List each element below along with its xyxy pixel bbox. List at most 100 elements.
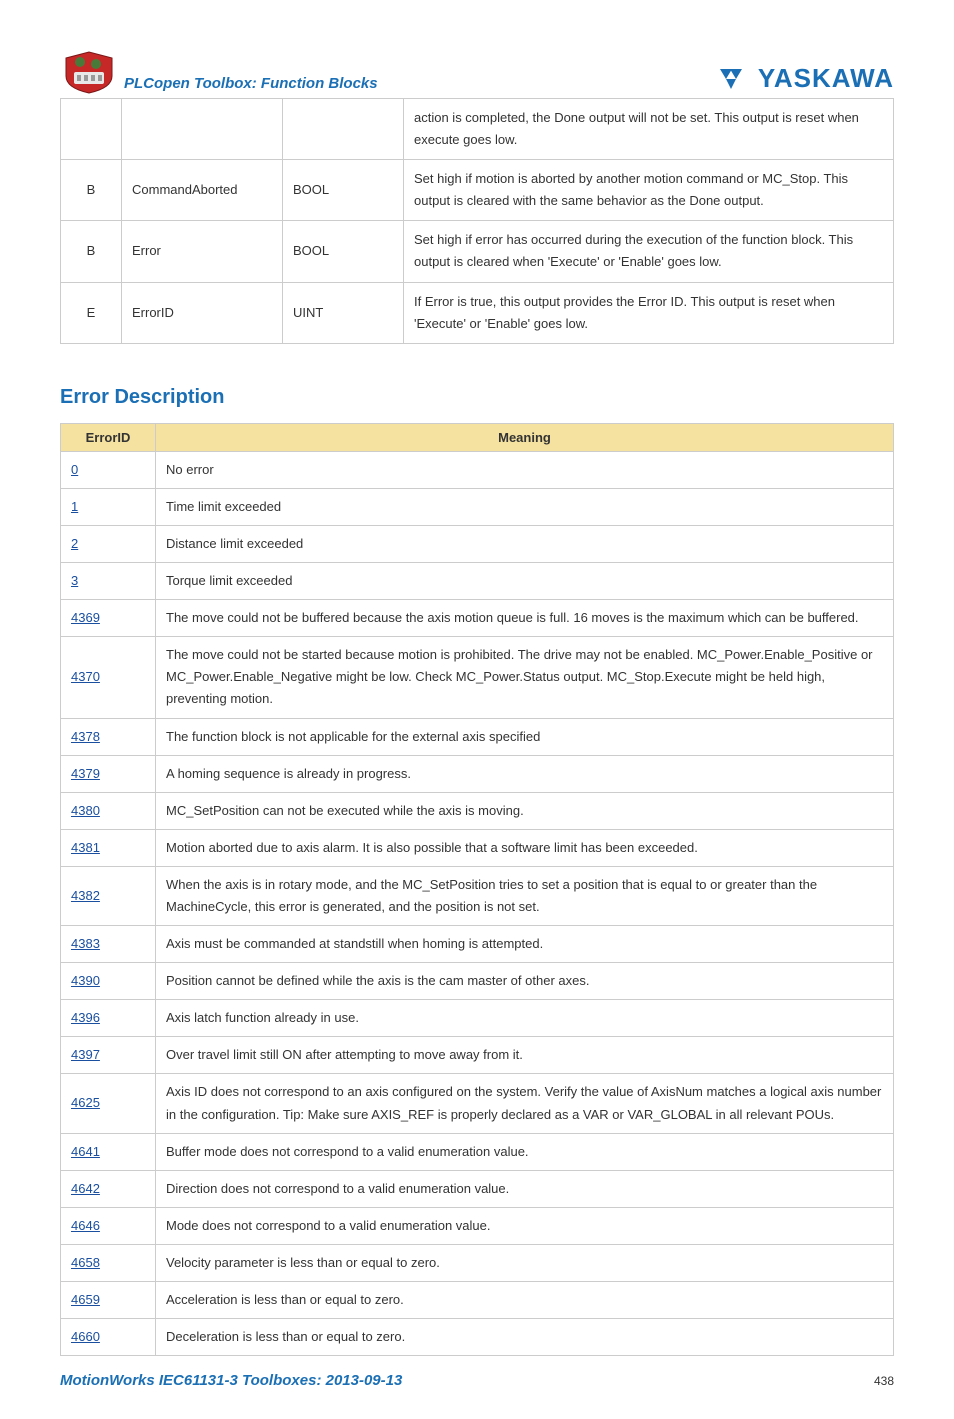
brand-text: YASKAWA bbox=[758, 63, 894, 94]
error-id-link[interactable]: 4381 bbox=[71, 840, 100, 855]
error-meaning: Direction does not correspond to a valid… bbox=[156, 1170, 894, 1207]
error-id-cell: 4380 bbox=[61, 792, 156, 829]
error-id-link[interactable]: 4378 bbox=[71, 729, 100, 744]
error-id-cell: 4381 bbox=[61, 829, 156, 866]
table-row: 4660 Deceleration is less than or equal t… bbox=[61, 1319, 894, 1356]
error-meaning: Deceleration is less than or equal to ze… bbox=[156, 1319, 894, 1356]
error-meaning: A homing sequence is already in progress… bbox=[156, 755, 894, 792]
table-row: 0 No error bbox=[61, 451, 894, 488]
error-id-link[interactable]: 4641 bbox=[71, 1144, 100, 1159]
table-row: 4625Axis ID does not correspond to an ax… bbox=[61, 1074, 894, 1133]
error-id-cell: 4383 bbox=[61, 926, 156, 963]
error-meaning: Velocity parameter is less than or equal… bbox=[156, 1244, 894, 1281]
error-id-link[interactable]: 4658 bbox=[71, 1255, 100, 1270]
brand-logo: YASKAWA bbox=[718, 63, 894, 94]
error-id-cell: 4397 bbox=[61, 1037, 156, 1074]
error-id-link[interactable]: 4379 bbox=[71, 766, 100, 781]
parameters-table: action is completed, the Done output wil… bbox=[60, 98, 894, 344]
error-id-link[interactable]: 2 bbox=[71, 536, 78, 551]
error-meaning: The function block is not applicable for… bbox=[156, 718, 894, 755]
error-id-cell: 4378 bbox=[61, 718, 156, 755]
table-row: 1Time limit exceeded bbox=[61, 488, 894, 525]
error-id-cell: 4370 bbox=[61, 637, 156, 718]
param-type: UINT bbox=[283, 282, 404, 343]
page-footer: MotionWorks IEC61131-3 Toolboxes: 2013-0… bbox=[60, 1372, 894, 1389]
error-meaning: Acceleration is less than or equal to ze… bbox=[156, 1282, 894, 1319]
param-type bbox=[283, 99, 404, 160]
error-id-cell: 1 bbox=[61, 488, 156, 525]
param-col1: E bbox=[61, 282, 122, 343]
table-row: 4641 Buffer mode does not correspond to a… bbox=[61, 1133, 894, 1170]
section-heading: Error Description bbox=[60, 386, 894, 409]
error-meaning: Motion aborted due to axis alarm. It is … bbox=[156, 829, 894, 866]
error-id-link[interactable]: 4660 bbox=[71, 1329, 100, 1344]
param-col1: B bbox=[61, 160, 122, 221]
table-row: 4646Mode does not correspond to a valid … bbox=[61, 1207, 894, 1244]
param-name: Error bbox=[122, 221, 283, 282]
page-header: PLCopen Toolbox: Function Blocks YASKAWA bbox=[60, 50, 894, 94]
param-name: CommandAborted bbox=[122, 160, 283, 221]
param-desc: If Error is true, this output provides t… bbox=[404, 282, 894, 343]
error-id-link[interactable]: 4383 bbox=[71, 936, 100, 951]
table-row: 4390Position cannot be defined while the… bbox=[61, 963, 894, 1000]
error-meaning: Torque limit exceeded bbox=[156, 563, 894, 600]
param-desc: Set high if error has occurred during th… bbox=[404, 221, 894, 282]
error-id-cell: 4625 bbox=[61, 1074, 156, 1133]
error-id-cell: 4660 bbox=[61, 1319, 156, 1356]
error-id-link[interactable]: 4390 bbox=[71, 973, 100, 988]
error-id-link[interactable]: 1 bbox=[71, 499, 78, 514]
table-row: 4383 Axis must be commanded at standstill… bbox=[61, 926, 894, 963]
error-meaning: The move could not be started because mo… bbox=[156, 637, 894, 718]
table-row: 4642 Direction does not correspond to a v… bbox=[61, 1170, 894, 1207]
table-row: 4382 When the axis is in rotary mode, and… bbox=[61, 866, 894, 925]
param-desc: action is completed, the Done output wil… bbox=[404, 99, 894, 160]
table-row: 4369 The move could not be buffered becau… bbox=[61, 600, 894, 637]
error-id-cell: 2 bbox=[61, 525, 156, 562]
error-id-cell: 4658 bbox=[61, 1244, 156, 1281]
error-id-cell: 4382 bbox=[61, 866, 156, 925]
error-id-link[interactable]: 4397 bbox=[71, 1047, 100, 1062]
error-id-cell: 4642 bbox=[61, 1170, 156, 1207]
error-id-cell: 4390 bbox=[61, 963, 156, 1000]
error-id-cell: 4379 bbox=[61, 755, 156, 792]
yaskawa-mark-icon bbox=[718, 67, 752, 91]
error-id-link[interactable]: 3 bbox=[71, 573, 78, 588]
param-col1: B bbox=[61, 221, 122, 282]
error-id-link[interactable]: 4646 bbox=[71, 1218, 100, 1233]
error-meaning: When the axis is in rotary mode, and the… bbox=[156, 866, 894, 925]
table-row: 4378 The function block is not applicable… bbox=[61, 718, 894, 755]
header-left: PLCopen Toolbox: Function Blocks bbox=[60, 50, 378, 94]
error-meaning: Buffer mode does not correspond to a val… bbox=[156, 1133, 894, 1170]
param-name: ErrorID bbox=[122, 282, 283, 343]
error-table-header-id: ErrorID bbox=[61, 423, 156, 451]
table-row: action is completed, the Done output wil… bbox=[61, 99, 894, 160]
error-id-link[interactable]: 4370 bbox=[71, 669, 100, 684]
error-id-cell: 3 bbox=[61, 563, 156, 600]
error-id-link[interactable]: 0 bbox=[71, 462, 78, 477]
error-id-link[interactable]: 4396 bbox=[71, 1010, 100, 1025]
error-table: ErrorID Meaning 0No error1Time limit exc… bbox=[60, 423, 894, 1356]
error-id-link[interactable]: 4369 bbox=[71, 610, 100, 625]
table-row: 4381 Motion aborted due to axis alarm. It… bbox=[61, 829, 894, 866]
error-meaning: Axis latch function already in use. bbox=[156, 1000, 894, 1037]
table-row: 4396 Axis latch function already in use. bbox=[61, 1000, 894, 1037]
error-meaning: No error bbox=[156, 451, 894, 488]
error-id-link[interactable]: 4625 bbox=[71, 1095, 100, 1110]
table-row: 2Distance limit exceeded bbox=[61, 525, 894, 562]
error-meaning: MC_SetPosition can not be executed while… bbox=[156, 792, 894, 829]
param-type: BOOL bbox=[283, 221, 404, 282]
error-id-link[interactable]: 4642 bbox=[71, 1181, 100, 1196]
error-meaning: The move could not be buffered because t… bbox=[156, 600, 894, 637]
error-id-cell: 0 bbox=[61, 451, 156, 488]
error-id-cell: 4369 bbox=[61, 600, 156, 637]
error-meaning: Axis must be commanded at standstill whe… bbox=[156, 926, 894, 963]
header-title: PLCopen Toolbox: Function Blocks bbox=[124, 75, 378, 94]
table-row: EErrorIDUINTIf Error is true, this outpu… bbox=[61, 282, 894, 343]
error-id-link[interactable]: 4382 bbox=[71, 888, 100, 903]
table-row: BErrorBOOLSet high if error has occurred… bbox=[61, 221, 894, 282]
table-row: 4659 Acceleration is less than or equal t… bbox=[61, 1282, 894, 1319]
error-id-link[interactable]: 4380 bbox=[71, 803, 100, 818]
param-col1 bbox=[61, 99, 122, 160]
footer-title: MotionWorks IEC61131-3 Toolboxes: 2013-0… bbox=[60, 1372, 402, 1389]
error-id-link[interactable]: 4659 bbox=[71, 1292, 100, 1307]
